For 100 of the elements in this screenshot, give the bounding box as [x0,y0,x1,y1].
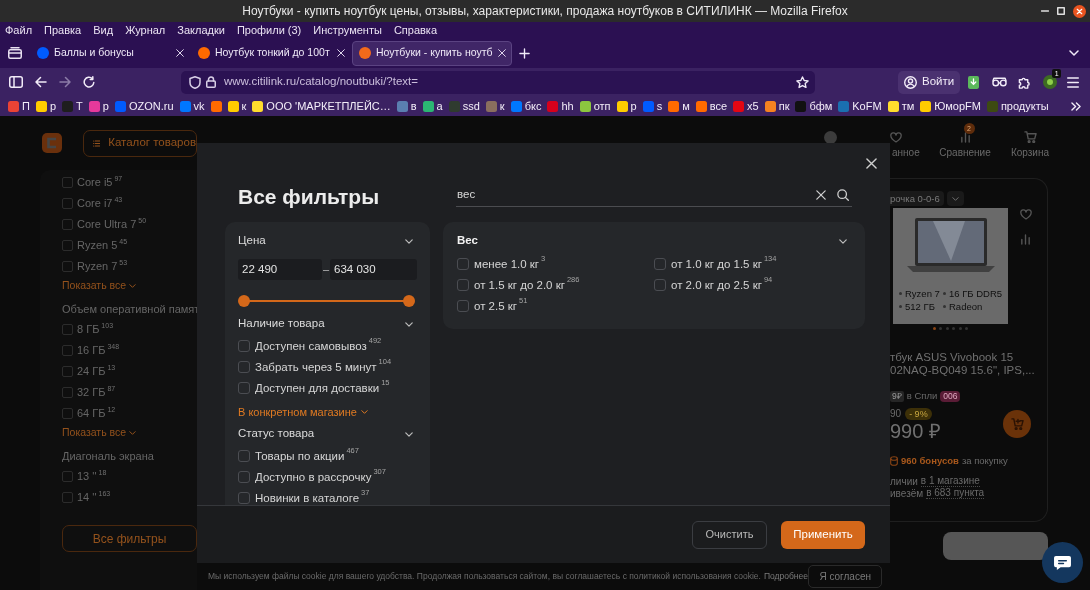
checkbox[interactable] [62,408,73,419]
menu-item[interactable]: Профили (3) [232,22,306,38]
checkbox[interactable] [457,257,469,270]
store-link[interactable]: В конкретном магазине [238,404,368,420]
clear-icon[interactable] [816,190,826,200]
chevrons-right-icon[interactable] [1071,101,1081,111]
checkbox[interactable] [62,492,73,503]
bookmark[interactable]: к [485,99,505,113]
product-title[interactable]: тбук ASUS Vivobook 15 02NAQ-BQ049 15.6", IPS,... [890,351,1046,377]
heart-icon[interactable] [1020,209,1032,220]
chevron-down-icon[interactable] [839,238,847,244]
glasses-icon[interactable] [992,77,1008,87]
menu-icon[interactable] [1067,76,1080,88]
details-link[interactable]: Подробнее [763,571,809,582]
bookmark[interactable]: Т [62,99,83,113]
chevron-down-icon[interactable] [405,238,413,244]
bookmark[interactable]: ssd [448,99,480,113]
checkbox[interactable] [457,299,469,312]
puzzle-icon[interactable] [1018,75,1032,89]
bookmark[interactable]: KoFM [838,99,882,113]
apply-button[interactable]: Применить [781,520,865,549]
price-input[interactable]: 634 030 [330,259,417,280]
menu-item[interactable]: Правка [40,22,86,38]
bookmark[interactable]: к [227,99,247,113]
cart-icon[interactable] [1023,131,1037,143]
chevron-down-icon[interactable] [405,431,413,437]
sign-in-button[interactable]: Войти [898,70,961,94]
bookmark[interactable]: vk [179,99,205,113]
checkbox[interactable] [62,366,73,377]
close-icon[interactable] [498,49,506,57]
bookmark[interactable]: а [422,99,443,113]
slider-track[interactable] [238,295,415,307]
bookmark[interactable]: hh [547,99,574,113]
nav-label[interactable]: анное [892,147,920,158]
menu-item[interactable]: Вид [89,22,118,38]
checkbox[interactable] [238,491,250,504]
clear-button[interactable]: Очистить [692,520,767,549]
menu-item[interactable]: Инструменты [309,22,386,38]
bookmark[interactable]: x5 [733,99,759,113]
forward-icon[interactable] [59,76,71,88]
checkbox[interactable] [238,360,250,373]
checkbox[interactable] [654,278,666,291]
availability-link[interactable]: в 1 магазине [920,475,980,487]
star-icon[interactable] [796,75,809,89]
bookmark[interactable]: ООО 'МАРКЕТПЛЕЙС… [252,99,391,113]
menu-item[interactable]: Журнал [121,22,170,38]
chevron-down-icon[interactable] [405,321,413,327]
site-icon[interactable] [210,100,222,112]
checkbox[interactable] [62,471,73,482]
close-icon[interactable] [866,158,877,169]
bookmark[interactable]: OZON.ru [114,99,174,113]
checkbox[interactable] [62,324,73,335]
price-input[interactable]: 22 490 [238,259,322,280]
menu-item[interactable]: Закладки [173,22,229,38]
bookmark[interactable]: р [88,99,109,113]
dropdown-button[interactable] [946,191,964,206]
bookmark[interactable]: р [616,99,637,113]
reload-icon[interactable] [83,76,95,88]
bookmark[interactable]: м [668,99,690,113]
bar-chart-icon[interactable] [959,131,971,143]
close-icon[interactable] [337,49,345,57]
menu-item[interactable]: Файл [1,22,37,38]
checkbox[interactable] [62,240,73,251]
bookmark[interactable]: бфм [795,99,833,113]
bookmark[interactable]: тм [887,99,915,113]
bookmark[interactable]: бкс [510,99,542,113]
nav-label[interactable]: Сравнение [939,147,991,158]
close-icon[interactable] [176,49,184,57]
bookmark[interactable]: отп [579,99,611,113]
bookmark[interactable]: пк [764,99,790,113]
bookmark[interactable]: ЮморFM [920,99,981,113]
checkbox[interactable] [238,449,250,462]
nav-label[interactable]: Корзина [1010,147,1050,158]
checkbox[interactable] [62,345,73,356]
heart-icon[interactable] [890,131,902,143]
tab[interactable]: Ноутбуки - купить ноутб [352,40,512,66]
bookmark[interactable]: s [642,99,663,113]
availability-link[interactable]: в 683 пункта [926,487,985,499]
slider-thumb[interactable] [403,295,415,307]
shield-icon[interactable] [189,75,201,89]
plus-icon[interactable] [519,47,530,59]
bar-chart-icon[interactable] [1020,234,1031,245]
maximize-icon[interactable] [1057,7,1065,15]
tab[interactable]: Ноутбук тонкий до 100т [191,40,351,66]
checkbox[interactable] [62,261,73,272]
bookmark[interactable]: р [35,99,57,113]
disc-icon[interactable] [1043,75,1058,89]
bookmark[interactable]: продукты [986,99,1049,113]
close-icon[interactable] [1073,4,1086,18]
checkbox[interactable] [654,257,666,270]
search-field[interactable]: вес [456,184,852,207]
back-icon[interactable] [35,76,47,88]
search-icon[interactable] [837,189,849,201]
checkbox[interactable] [238,381,250,394]
menu-item[interactable]: Справка [389,22,442,38]
checkbox[interactable] [238,470,250,483]
add-to-cart-button[interactable] [1003,410,1031,438]
tab[interactable]: Баллы и бонусы [30,40,190,66]
checkbox[interactable] [62,177,73,188]
slider-thumb[interactable] [238,295,250,307]
